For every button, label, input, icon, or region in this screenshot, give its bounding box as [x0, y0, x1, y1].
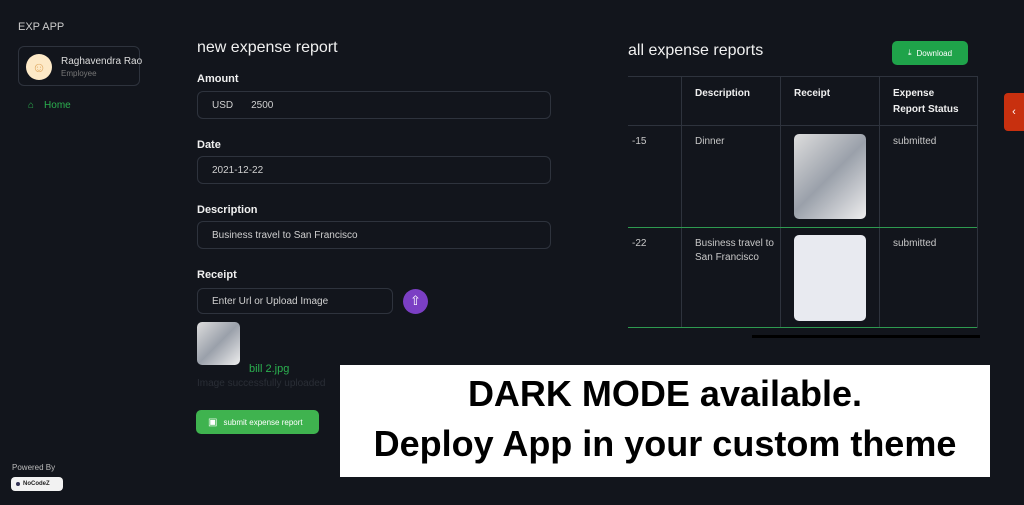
upload-status: Image successfully uploaded — [197, 378, 326, 389]
reports-table: Description Receipt Expense Report Statu… — [628, 76, 978, 328]
row-date: -15 — [632, 136, 647, 147]
column-header-description[interactable]: Description — [695, 86, 750, 102]
nocodez-logo-icon — [16, 482, 20, 486]
side-panel-toggle[interactable]: ‹ — [1004, 93, 1024, 131]
receipt-thumbnail — [197, 322, 240, 365]
user-name: Raghavendra Rao — [61, 56, 143, 67]
currency: USD — [212, 99, 234, 111]
user-card[interactable]: ☺ Raghavendra Rao Employee — [18, 46, 143, 86]
amount-value: 2500 — [251, 99, 274, 111]
submit-label: submit expense report — [223, 417, 303, 427]
nocodez-badge[interactable]: NoCodeZ — [11, 477, 63, 491]
sidebar-item-label: Home — [44, 100, 71, 111]
file-name: bill 2.jpg — [249, 363, 290, 375]
form-title: new expense report — [197, 39, 338, 56]
horizontal-scrollbar[interactable] — [752, 335, 980, 338]
powered-by-label: Powered By — [12, 463, 56, 472]
sidebar-item-home[interactable]: ⌂ Home — [28, 100, 71, 111]
download-icon: ⤓ — [907, 48, 912, 57]
amount-field[interactable]: USD 2500 — [197, 91, 551, 119]
download-button[interactable]: ⤓ Download — [892, 41, 968, 65]
upload-icon: ⇧ — [410, 293, 421, 308]
row-receipt-image[interactable] — [794, 235, 866, 321]
user-role: Employee — [61, 69, 97, 78]
promo-banner: DARK MODE available. Deploy App in your … — [340, 365, 990, 477]
row-status: submitted — [893, 238, 937, 249]
date-field[interactable]: 2021-12-22 — [197, 156, 551, 184]
description-label: Description — [197, 204, 258, 216]
date-label: Date — [197, 139, 221, 151]
amount-label: Amount — [197, 73, 239, 85]
receipt-label: Receipt — [197, 269, 237, 281]
submit-button[interactable]: ▣ submit expense report — [196, 410, 319, 434]
banner-line-2: Deploy App in your custom theme — [373, 423, 957, 464]
banner-line-1: DARK MODE available. — [467, 373, 863, 414]
column-header-status[interactable]: Expense Report Status — [893, 86, 968, 118]
upload-button[interactable]: ⇧ — [403, 289, 428, 314]
app-title: EXP APP — [18, 21, 65, 33]
row-description: Dinner — [695, 136, 725, 147]
row-description: Business travel to San Francisco — [695, 238, 774, 263]
chevron-left-icon: ‹ — [1012, 106, 1016, 118]
reports-title: all expense reports — [628, 42, 764, 59]
row-receipt-image[interactable] — [794, 134, 866, 219]
row-date: -22 — [632, 238, 647, 249]
row-status: submitted — [893, 136, 937, 147]
home-icon: ⌂ — [28, 100, 35, 111]
nocodez-label: NoCodeZ — [23, 481, 50, 487]
receipt-url-input[interactable]: Enter Url or Upload Image — [197, 288, 393, 314]
download-label: Download — [916, 48, 953, 58]
description-field[interactable]: Business travel to San Francisco — [197, 221, 551, 249]
column-header-receipt[interactable]: Receipt — [794, 86, 830, 102]
avatar: ☺ — [26, 54, 52, 80]
save-icon: ▣ — [208, 416, 218, 428]
